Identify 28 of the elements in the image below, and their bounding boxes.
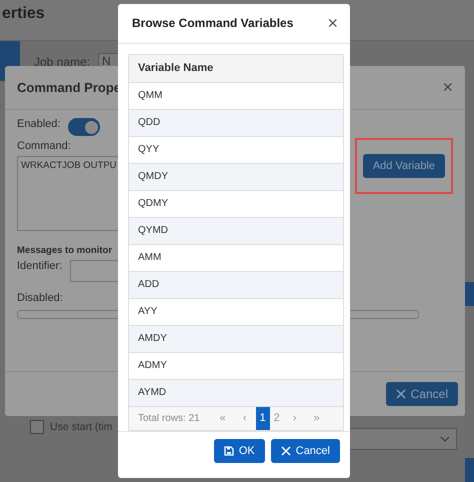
chevron-icon: [440, 436, 450, 442]
ok-button[interactable]: OK: [214, 438, 265, 463]
table-row[interactable]: ADD: [129, 272, 343, 299]
job-name-label: Job name:: [34, 55, 90, 69]
close-icon: [396, 389, 406, 399]
table-row[interactable]: QYMD: [129, 218, 343, 245]
cancel-button[interactable]: Cancel: [270, 438, 340, 463]
command-label: Command:: [17, 140, 71, 152]
checkbox[interactable]: [30, 420, 44, 434]
identifier-label: Identifier:: [17, 260, 62, 272]
column-header: Variable Name: [129, 54, 343, 83]
enabled-label: Enabled:: [17, 118, 60, 130]
disabled-label: Disabled:: [17, 292, 63, 304]
save-icon: [224, 446, 234, 456]
total-rows: Total rows: 21: [138, 412, 200, 424]
enabled-toggle[interactable]: [68, 118, 100, 136]
close-button[interactable]: ×: [442, 77, 453, 98]
table-row[interactable]: QDD: [129, 110, 343, 137]
table-row[interactable]: QMDY: [129, 164, 343, 191]
table-row[interactable]: AYMD: [129, 380, 343, 407]
table-row[interactable]: AMDY: [129, 326, 343, 353]
close-button[interactable]: ×: [327, 12, 338, 34]
use-start-label: Use start (tim: [50, 421, 112, 433]
page-title: erties: [2, 5, 45, 23]
close-icon: [280, 446, 291, 456]
section-heading: Messages to monitor: [17, 245, 112, 256]
dialog-title: Browse Command Variables: [132, 16, 294, 30]
page-button[interactable]: 1: [256, 406, 270, 430]
